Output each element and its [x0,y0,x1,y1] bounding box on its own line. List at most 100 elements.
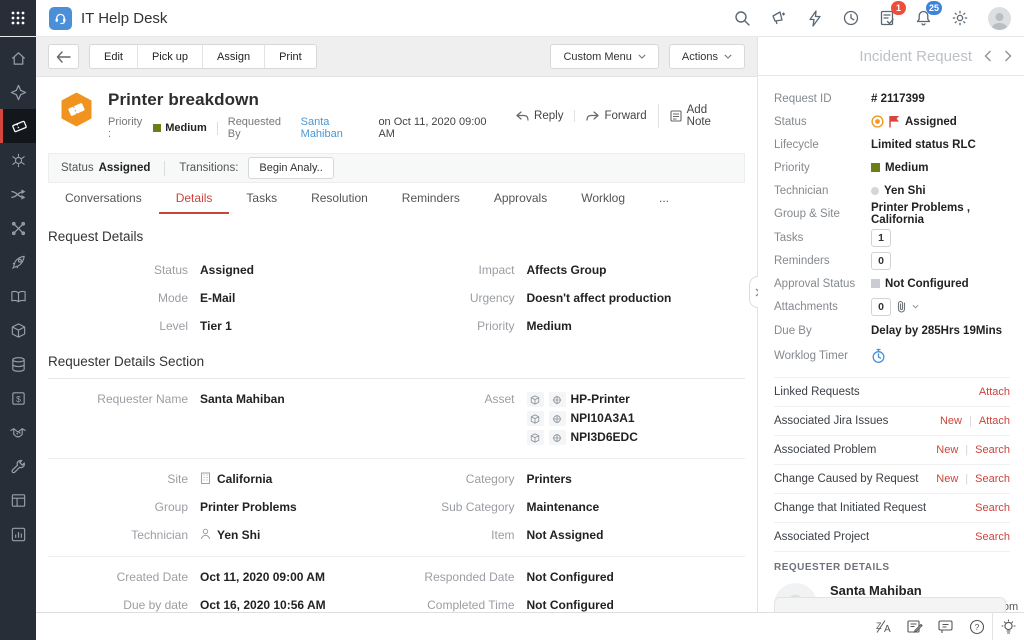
request-details-heading: Request Details [48,229,745,244]
history-icon[interactable] [842,9,860,27]
section-label: Linked Requests [774,386,860,398]
group-site-value: Printer Problems , California [871,202,1010,226]
wrench-icon [10,458,27,475]
status-strip: Status Assigned Transitions: Begin Analy… [48,153,745,183]
search-icon[interactable] [733,9,751,27]
begin-analysis-button[interactable]: Begin Analy.. [248,157,333,179]
lifecycle-value: Limited status RLC [871,139,976,151]
asset-scan-icon[interactable] [549,411,566,426]
asset-cube-icon[interactable] [527,411,544,426]
field-label: Request ID [774,93,871,105]
actions-button[interactable]: Actions [669,44,745,69]
sidebar-item-purchase[interactable]: $ [0,381,36,415]
print-button[interactable]: Print [265,45,316,68]
requester-name: Santa Mahiban [830,583,1018,598]
search-link[interactable]: Search [975,473,1010,485]
sidebar-item-admin[interactable] [0,449,36,483]
sidebar-item-dashboard[interactable] [0,75,36,109]
user-avatar[interactable] [988,7,1011,30]
search-link[interactable]: Search [975,502,1010,514]
chat-icon[interactable] [930,613,961,640]
sidebar-item-releases[interactable] [0,211,36,245]
field-label: Attachments [774,301,871,313]
flag-icon[interactable] [889,115,900,128]
field-label: Tasks [774,232,871,244]
requester-link[interactable]: Santa Mahiban [301,116,375,140]
sidebar-item-contracts[interactable] [0,415,36,449]
translate-icon[interactable]: ZA [868,613,899,640]
tab-details[interactable]: Details [159,183,230,214]
pickup-button[interactable]: Pick up [138,45,203,68]
tab-worklog[interactable]: Worklog [564,183,642,214]
reply-button[interactable]: Reply [505,110,574,122]
tab-reminders[interactable]: Reminders [385,183,477,214]
sidebar-item-changes[interactable] [0,177,36,211]
next-request-button[interactable] [1004,50,1012,62]
sidebar-item-assets[interactable] [0,313,36,347]
assign-button[interactable]: Assign [203,45,265,68]
requester-details-heading: REQUESTER DETAILS [774,551,1010,573]
attach-link[interactable]: Attach [979,386,1010,398]
notifications-bell-icon[interactable]: 25 [915,9,932,27]
asset-scan-icon[interactable] [549,392,566,407]
priority-value: Medium [885,162,928,174]
suggestions-bulb-icon[interactable] [992,613,1024,640]
divider [48,458,745,459]
asset-cube-icon[interactable] [527,392,544,407]
announcement-icon[interactable] [770,9,788,27]
attachments-count[interactable]: 0 [871,298,891,316]
new-link[interactable]: New [940,415,962,427]
settings-gear-icon[interactable] [951,9,969,27]
sidebar-item-custom-views[interactable] [0,483,36,517]
divider: | [969,415,972,427]
field-label: Technician [774,185,871,197]
group-value: Printer Problems [200,500,297,515]
feedback-icon[interactable] [899,613,930,640]
tasks-icon[interactable]: 1 [879,9,896,27]
sidebar-item-home[interactable] [0,41,36,75]
sidebar-item-cmdb[interactable] [0,347,36,381]
asset-name: HP-Printer [571,392,630,407]
status-radio-icon[interactable] [871,115,884,128]
header-icons: 1 25 [733,7,1024,30]
back-button[interactable] [48,44,79,69]
paperclip-icon[interactable] [896,300,907,313]
sidebar-item-projects[interactable] [0,245,36,279]
sidebar-item-problems[interactable] [0,143,36,177]
help-icon[interactable]: ? [961,613,992,640]
quick-actions-icon[interactable] [807,10,823,27]
attach-link[interactable]: Attach [979,415,1010,427]
status-field-value: Assigned [200,263,254,278]
custom-menu-button[interactable]: Custom Menu [550,44,658,69]
tab-resolution[interactable]: Resolution [294,183,385,214]
add-note-button[interactable]: Add Note [658,104,745,128]
status-value: Assigned [905,116,957,128]
forward-button[interactable]: Forward [574,110,657,122]
tasks-count[interactable]: 1 [871,229,891,247]
search-link[interactable]: Search [975,531,1010,543]
prev-request-button[interactable] [984,50,992,62]
helpdesk-logo-icon[interactable] [49,7,72,30]
reminders-count[interactable]: 0 [871,252,891,270]
new-link[interactable]: New [936,473,958,485]
tab-tasks[interactable]: Tasks [229,183,294,214]
field-label: Sub Category [397,500,515,515]
stopwatch-icon[interactable] [871,348,886,364]
new-link[interactable]: New [936,444,958,456]
sidebar-item-reports[interactable] [0,517,36,551]
chevron-down-icon[interactable] [912,304,919,309]
field-label: Mode [48,291,188,306]
asset-scan-icon[interactable] [549,430,566,445]
sidebar-item-requests[interactable] [0,109,36,143]
search-link[interactable]: Search [975,444,1010,456]
request-meta: Priority : Medium Requested By Santa Mah… [108,116,505,140]
svg-text:A: A [884,624,891,634]
tab-approvals[interactable]: Approvals [477,183,564,214]
app-launcher-button[interactable] [0,0,36,36]
sidebar-item-solutions[interactable] [0,279,36,313]
asset-cube-icon[interactable] [527,430,544,445]
tab-conversations[interactable]: Conversations [48,183,159,214]
tab-more[interactable]: ... [642,183,686,214]
field-label: Urgency [397,291,515,306]
edit-button[interactable]: Edit [90,45,138,68]
